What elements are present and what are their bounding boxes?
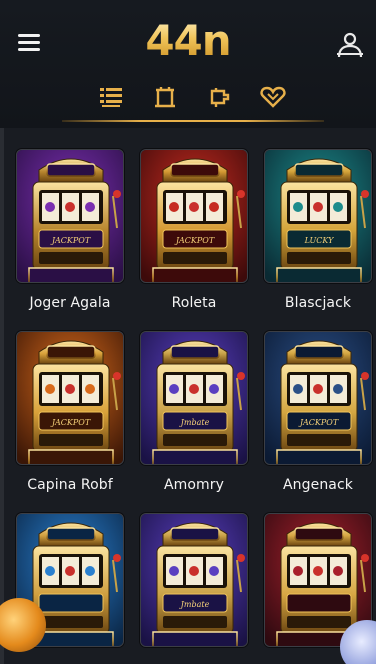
heart-icon bbox=[260, 86, 286, 108]
game-thumbnail[interactable]: JACKPOT bbox=[140, 149, 248, 283]
slot-machine-art: JACKPOT bbox=[265, 332, 371, 464]
game-thumbnail[interactable]: Jmbate bbox=[140, 331, 248, 465]
tab-table[interactable] bbox=[152, 84, 178, 110]
svg-text:Jmbate: Jmbate bbox=[179, 600, 210, 609]
game-card[interactable]: LUCKY Blascjack bbox=[264, 149, 372, 331]
game-grid: JACKPOT Joger Agala JACKPOT Roleta LUCKY… bbox=[16, 149, 372, 664]
slot-machine-art: JACKPOT bbox=[17, 150, 123, 282]
game-thumbnail[interactable]: JACKPOT bbox=[264, 331, 372, 465]
game-title: Roleta bbox=[171, 295, 217, 311]
game-card[interactable]: Jmbate Amomry bbox=[140, 331, 248, 513]
game-title: Amomry bbox=[163, 477, 225, 493]
slot-machine-art: JACKPOT bbox=[17, 332, 123, 464]
game-card[interactable]: JACKPOT Joger Agala bbox=[16, 149, 124, 331]
slot-machine-art: LUCKY bbox=[265, 150, 371, 282]
category-tabs bbox=[60, 82, 324, 112]
slot-machine-art: JACKPOT bbox=[141, 150, 247, 282]
svg-text:JACKPOT: JACKPOT bbox=[174, 236, 215, 245]
svg-text:LUCKY: LUCKY bbox=[304, 236, 335, 245]
game-thumbnail[interactable]: LUCKY bbox=[264, 149, 372, 283]
game-card[interactable]: Jmbate bbox=[140, 513, 248, 664]
svg-text:JACKPOT: JACKPOT bbox=[298, 418, 339, 427]
game-title: Blascjack bbox=[284, 295, 352, 311]
user-account-icon[interactable] bbox=[336, 30, 364, 60]
slot-machine-art: Jmbate bbox=[141, 332, 247, 464]
game-thumbnail[interactable]: Jmbate bbox=[140, 513, 248, 647]
tab-favorites[interactable] bbox=[260, 84, 286, 110]
top-bar: 44n bbox=[0, 0, 376, 128]
game-card[interactable]: JACKPOT Capina Robf bbox=[16, 331, 124, 513]
table-icon bbox=[155, 87, 175, 108]
coin-icon bbox=[210, 88, 230, 107]
game-thumbnail[interactable]: JACKPOT bbox=[16, 149, 124, 283]
game-grid-area: JACKPOT Joger Agala JACKPOT Roleta LUCKY… bbox=[0, 128, 376, 664]
game-card[interactable]: JACKPOT Roleta bbox=[140, 149, 248, 331]
game-title: Angenack bbox=[282, 477, 353, 493]
tab-active-indicator bbox=[62, 120, 324, 122]
game-title: Capina Robf bbox=[27, 477, 113, 493]
slot-machine-art: Jmbate bbox=[141, 514, 247, 646]
game-card[interactable]: JACKPOT Angenack bbox=[264, 331, 372, 513]
svg-text:JACKPOT: JACKPOT bbox=[50, 418, 91, 427]
svg-text:JACKPOT: JACKPOT bbox=[50, 236, 91, 245]
game-title: Joger Agala bbox=[29, 295, 111, 311]
game-thumbnail[interactable]: JACKPOT bbox=[16, 331, 124, 465]
list-icon bbox=[100, 88, 122, 107]
tab-coin[interactable] bbox=[206, 84, 232, 110]
svg-text:Jmbate: Jmbate bbox=[179, 418, 210, 427]
app-logo[interactable]: 44n bbox=[0, 16, 376, 65]
tab-list[interactable] bbox=[98, 84, 124, 110]
